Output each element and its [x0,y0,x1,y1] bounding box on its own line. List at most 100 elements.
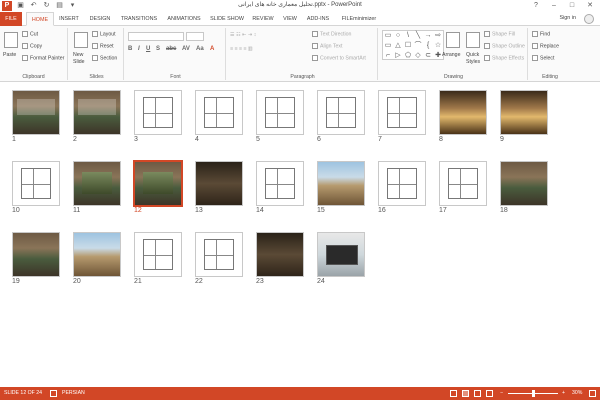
shape-item[interactable]: ○ [393,31,403,41]
shape-fill-button[interactable]: Shape Fill [484,31,515,37]
slide-thumbnail[interactable] [256,90,304,135]
fit-slide-icon[interactable] [589,390,596,397]
shape-item[interactable]: ▭ [383,41,393,51]
tab-file[interactable]: FILE [0,12,22,26]
shape-item[interactable]: \ [403,31,413,41]
font-color-button[interactable]: A [210,46,214,52]
bold-button[interactable]: B [128,46,132,52]
shape-item[interactable]: ⬠ [403,51,413,61]
layout-button[interactable]: Layout [92,31,116,37]
italic-button[interactable]: I [138,46,140,52]
font-family-select[interactable] [128,32,184,41]
slide-thumbnail[interactable] [73,232,121,277]
tab-fileminimizer[interactable]: FILEminimizer [336,12,382,26]
close-button[interactable]: ✕ [582,0,598,11]
tab-insert[interactable]: INSERT [56,12,82,26]
shape-item[interactable]: ⌒ [413,41,423,51]
slide-thumbnail[interactable] [317,232,365,277]
zoom-in-button[interactable]: + [562,390,565,396]
shape-item[interactable]: ⌐ [383,51,393,61]
slide-thumbnail[interactable] [378,161,426,206]
cut-button[interactable]: Cut [22,31,38,37]
slide-sorter-view-icon[interactable] [462,390,469,397]
slide-thumbnail[interactable] [500,90,548,135]
slide-thumbnail[interactable] [439,90,487,135]
strikethrough-button[interactable]: abc [166,46,176,52]
paste-button[interactable]: Paste [3,52,16,58]
slide-show-icon[interactable] [486,390,493,397]
shape-item[interactable]: { [423,41,433,51]
quick-styles-icon[interactable] [466,32,480,48]
slide-thumbnail[interactable] [73,161,121,206]
shape-item[interactable]: ▷ [393,51,403,61]
slide-thumbnail[interactable] [256,232,304,277]
shape-item[interactable]: → [423,31,433,41]
slide-thumbnail[interactable] [73,90,121,135]
zoom-slider-thumb[interactable] [532,390,535,397]
slide-thumbnail[interactable] [439,161,487,206]
zoom-out-button[interactable]: − [500,390,503,396]
shape-item[interactable]: ⊂ [423,51,433,61]
bullets-icon[interactable]: ☰ ☷ ⇤ ⇥ ↕ [230,32,256,38]
tab-view[interactable]: VIEW [280,12,300,26]
shape-item[interactable]: △ [393,41,403,51]
text-direction-button[interactable]: Text Direction [312,31,351,37]
find-button[interactable]: Find [532,31,550,37]
minimize-button[interactable]: – [546,0,562,11]
slide-info[interactable]: SLIDE 12 OF 24 [4,390,42,396]
slide-thumbnail-selected[interactable] [133,160,183,207]
slide-thumbnail[interactable] [195,161,243,206]
tab-home[interactable]: HOME [26,12,54,26]
tab-animations[interactable]: ANIMATIONS [164,12,204,26]
character-spacing-button[interactable]: AV [182,46,190,52]
copy-button[interactable]: Copy [22,43,42,49]
shape-item[interactable]: ☆ [433,41,443,51]
tab-add-ins[interactable]: ADD-INS [304,12,332,26]
slide-thumbnail[interactable] [500,161,548,206]
slide-thumbnail[interactable] [195,232,243,277]
shape-item[interactable]: ◇ [413,51,423,61]
slide-thumbnail[interactable] [195,90,243,135]
arrange-button[interactable]: Arrange [442,52,460,58]
help-button[interactable]: ? [528,0,544,11]
arrange-icon[interactable] [446,32,460,48]
shape-item[interactable]: ▭ [383,31,393,41]
sign-in-link[interactable]: Sign in [560,15,576,21]
font-size-select[interactable] [186,32,204,41]
replace-button[interactable]: Replace [532,43,559,49]
tab-review[interactable]: REVIEW [250,12,276,26]
align-icons[interactable]: ≡ ≡ ≡ ≡ ▥ [230,46,253,52]
user-avatar-icon[interactable] [584,14,594,24]
slide-thumbnail[interactable] [134,90,182,135]
quick-styles-label[interactable]: Styles [466,59,480,65]
shadow-button[interactable]: S [156,46,160,52]
shape-effects-button[interactable]: Shape Effects [484,55,524,61]
underline-button[interactable]: U [146,46,150,52]
maximize-button[interactable]: □ [564,0,580,11]
quick-styles-button[interactable]: Quick [466,52,479,58]
convert-smartart-button[interactable]: Convert to SmartArt [312,55,366,61]
new-slide-button[interactable]: New [73,52,83,58]
tab-transitions[interactable]: TRANSITIONS [118,12,160,26]
slide-thumbnail[interactable] [317,90,365,135]
format-painter-button[interactable]: Format Painter [22,55,64,61]
new-slide-label[interactable]: Slide [73,59,85,65]
slide-thumbnail[interactable] [12,161,60,206]
change-case-button[interactable]: Aa [196,46,204,52]
shape-outline-button[interactable]: Shape Outline [484,43,525,49]
shape-item[interactable]: ☐ [403,41,413,51]
slide-thumbnail[interactable] [256,161,304,206]
slide-thumbnail[interactable] [134,232,182,277]
reading-view-icon[interactable] [474,390,481,397]
shapes-gallery[interactable]: ▭ ○ \ ╲ → ⇨ ▭ △ ☐ ⌒ { ☆ ⌐ ▷ ⬠ ◇ ⊂ ✚ [382,30,444,60]
zoom-level[interactable]: 30% [572,390,582,396]
paste-icon[interactable] [4,32,18,48]
shape-item[interactable]: ╲ [413,31,423,41]
spell-check-icon[interactable] [50,390,57,397]
select-button[interactable]: Select [532,55,554,61]
tab-slide-show[interactable]: SLIDE SHOW [208,12,246,26]
slide-thumbnail[interactable] [378,90,426,135]
reset-button[interactable]: Reset [92,43,114,49]
language-indicator[interactable]: PERSIAN [62,390,85,396]
normal-view-icon[interactable] [450,390,457,397]
